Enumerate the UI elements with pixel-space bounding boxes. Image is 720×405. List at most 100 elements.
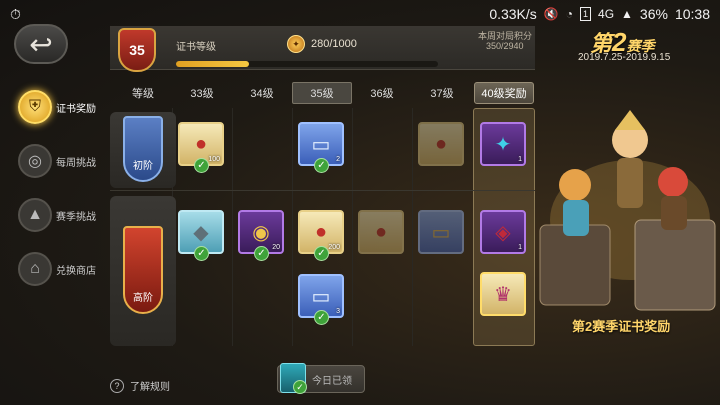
sim-indicator: 1	[580, 7, 592, 21]
gold-ticket-icon: ▭	[431, 221, 451, 244]
blue-ticket-icon: ▭	[311, 133, 331, 156]
battery-level: 36%	[639, 6, 668, 22]
mute-icon: 🔇	[543, 7, 559, 21]
certificate-level-title: 证书等级	[176, 42, 216, 53]
hero-artwork	[539, 110, 716, 311]
basic-tier-banner: 初阶	[110, 112, 176, 188]
shop-icon: ⌂	[18, 252, 52, 286]
level-badge: 35	[118, 28, 156, 72]
season-dates: 2019.7.25-2019.9.15	[578, 52, 671, 63]
reward-slot[interactable]: ♛	[480, 272, 526, 316]
tab-level-35[interactable]: 35级	[292, 82, 352, 104]
demon-mask-icon: ◈	[495, 221, 511, 244]
shield-icon: ⛨	[18, 90, 52, 124]
claimed-check-icon: ✓	[194, 246, 209, 261]
xp-progress-bar	[176, 61, 438, 67]
reward-slot[interactable]: ● 200 ✓	[298, 210, 344, 261]
reward-count: 2	[336, 156, 340, 163]
question-icon: ?	[110, 378, 124, 393]
mountain-icon: ▲	[18, 198, 52, 232]
reward-count: 1	[518, 244, 522, 251]
col-divider	[412, 108, 413, 346]
reward-grid: 初阶 高阶 ● 100 ✓ ▭ 2 ✓ ● ✦ 1 ◆ ✓ ◉ 20 ✓ ● 2…	[110, 108, 535, 346]
season-reward-artwork	[535, 70, 720, 405]
nav-label: 兑换商店	[56, 265, 96, 277]
tab-level-33[interactable]: 33级	[172, 82, 232, 104]
red-egg-icon: ●	[434, 132, 448, 155]
network-speed: 0.33K/s	[489, 6, 537, 22]
claimed-check-icon: ✓	[314, 158, 329, 173]
nav-exchange-shop[interactable]: ⌂ 兑换商店	[18, 242, 108, 296]
basic-tier-emblem: 初阶	[123, 116, 163, 182]
col-divider	[292, 108, 293, 346]
wifi-icon: ◔	[565, 7, 573, 21]
reward-slot[interactable]: ◈ 1	[480, 210, 526, 254]
blue-ticket-icon: ▭	[311, 285, 331, 308]
crown-icon: ♛	[494, 283, 512, 306]
claim-status-label: 今日已领	[312, 375, 352, 387]
season-reward-caption: 第2赛季证书奖励	[572, 319, 671, 334]
xp-text: 280/1000	[311, 38, 357, 50]
nav-weekly-challenge[interactable]: ◎ 每周挑战	[18, 134, 108, 188]
advanced-tier-banner: 高阶	[110, 196, 176, 346]
red-egg-icon: ●	[314, 220, 328, 243]
red-egg-icon: ●	[374, 220, 388, 243]
nav-label: 每周挑战	[56, 157, 96, 169]
claimed-check-icon: ✓	[254, 246, 269, 261]
claimed-check-icon: ✓	[314, 310, 329, 325]
status-bar-right: 0.33K/s 🔇 ◔ 1 4G ▲ 36% 10:38	[489, 6, 710, 22]
network-type: 4G	[598, 7, 615, 21]
weekly-points-value: 350/2940	[486, 41, 524, 51]
advanced-tier-emblem: 高阶	[123, 226, 163, 314]
lion-coin-icon: ◉	[252, 221, 270, 244]
claimed-check-icon: ✓	[314, 246, 329, 261]
reward-count: 20	[272, 244, 280, 251]
rules-link[interactable]: ? 了解规则	[110, 378, 170, 393]
reward-slot[interactable]: ▭ 3 ✓	[298, 274, 344, 325]
rules-label: 了解规则	[130, 382, 170, 393]
xp-progress-fill	[176, 61, 250, 67]
reward-count: 3	[336, 308, 340, 315]
tab-level-40-reward[interactable]: 40级奖励	[474, 82, 534, 104]
nav-label: 证书奖励	[56, 103, 96, 115]
basic-tier-label: 初阶	[133, 161, 153, 172]
reward-slot[interactable]: ◉ 20 ✓	[238, 210, 284, 261]
claimed-check-icon: ✓	[293, 380, 307, 394]
row-divider	[110, 190, 535, 191]
tab-level-37[interactable]: 37级	[412, 82, 472, 104]
reward-slot[interactable]: ● 100 ✓	[178, 122, 224, 173]
timer-icon: ⏱	[10, 5, 21, 22]
advanced-tier-label: 高阶	[133, 293, 153, 304]
reward-slot[interactable]: ●	[418, 122, 464, 166]
hippo-icon: ◆	[193, 221, 209, 244]
xp-icon: ✦	[287, 35, 305, 53]
side-nav: ⛨ 证书奖励 ◎ 每周挑战 ▲ 赛季挑战 ⌂ 兑换商店	[18, 80, 108, 296]
nav-label: 赛季挑战	[56, 211, 96, 223]
level-tabs: 等级 33级 34级 35级 36级 37级 40级奖励	[110, 82, 535, 106]
red-egg-icon: ●	[194, 132, 208, 155]
reward-slot[interactable]: ●	[358, 210, 404, 254]
col-divider	[352, 108, 353, 346]
col-divider	[232, 108, 233, 346]
back-arrow-icon: ↩	[29, 28, 53, 60]
season-certificate-screen: ⏱ 0.33K/s 🔇 ◔ 1 4G ▲ 36% 10:38 ↩ ⛨ 证书奖励 …	[0, 0, 720, 405]
nav-certificate-rewards[interactable]: ⛨ 证书奖励	[18, 80, 108, 134]
reward-slot[interactable]: ▭	[418, 210, 464, 254]
clock: 10:38	[674, 6, 710, 22]
target-icon: ◎	[18, 144, 52, 178]
reward-count: 200	[328, 244, 340, 251]
nav-season-challenge[interactable]: ▲ 赛季挑战	[18, 188, 108, 242]
back-button[interactable]: ↩	[14, 24, 68, 64]
purple-cape-icon: ✦	[494, 133, 512, 156]
reward-slot[interactable]: ✦ 1	[480, 122, 526, 166]
status-bar: ⏱ 0.33K/s 🔇 ◔ 1 4G ▲ 36% 10:38	[0, 0, 720, 28]
reward-slot[interactable]: ▭ 2 ✓	[298, 122, 344, 173]
reward-count: 1	[518, 156, 522, 163]
tab-header-level: 等级	[132, 88, 154, 100]
tab-level-36[interactable]: 36级	[352, 82, 412, 104]
reward-count: 100	[208, 156, 220, 163]
signal-icon: ▲	[621, 7, 633, 21]
reward-slot[interactable]: ◆ ✓	[178, 210, 224, 261]
tab-level-34[interactable]: 34级	[232, 82, 292, 104]
claimed-check-icon: ✓	[194, 158, 209, 173]
